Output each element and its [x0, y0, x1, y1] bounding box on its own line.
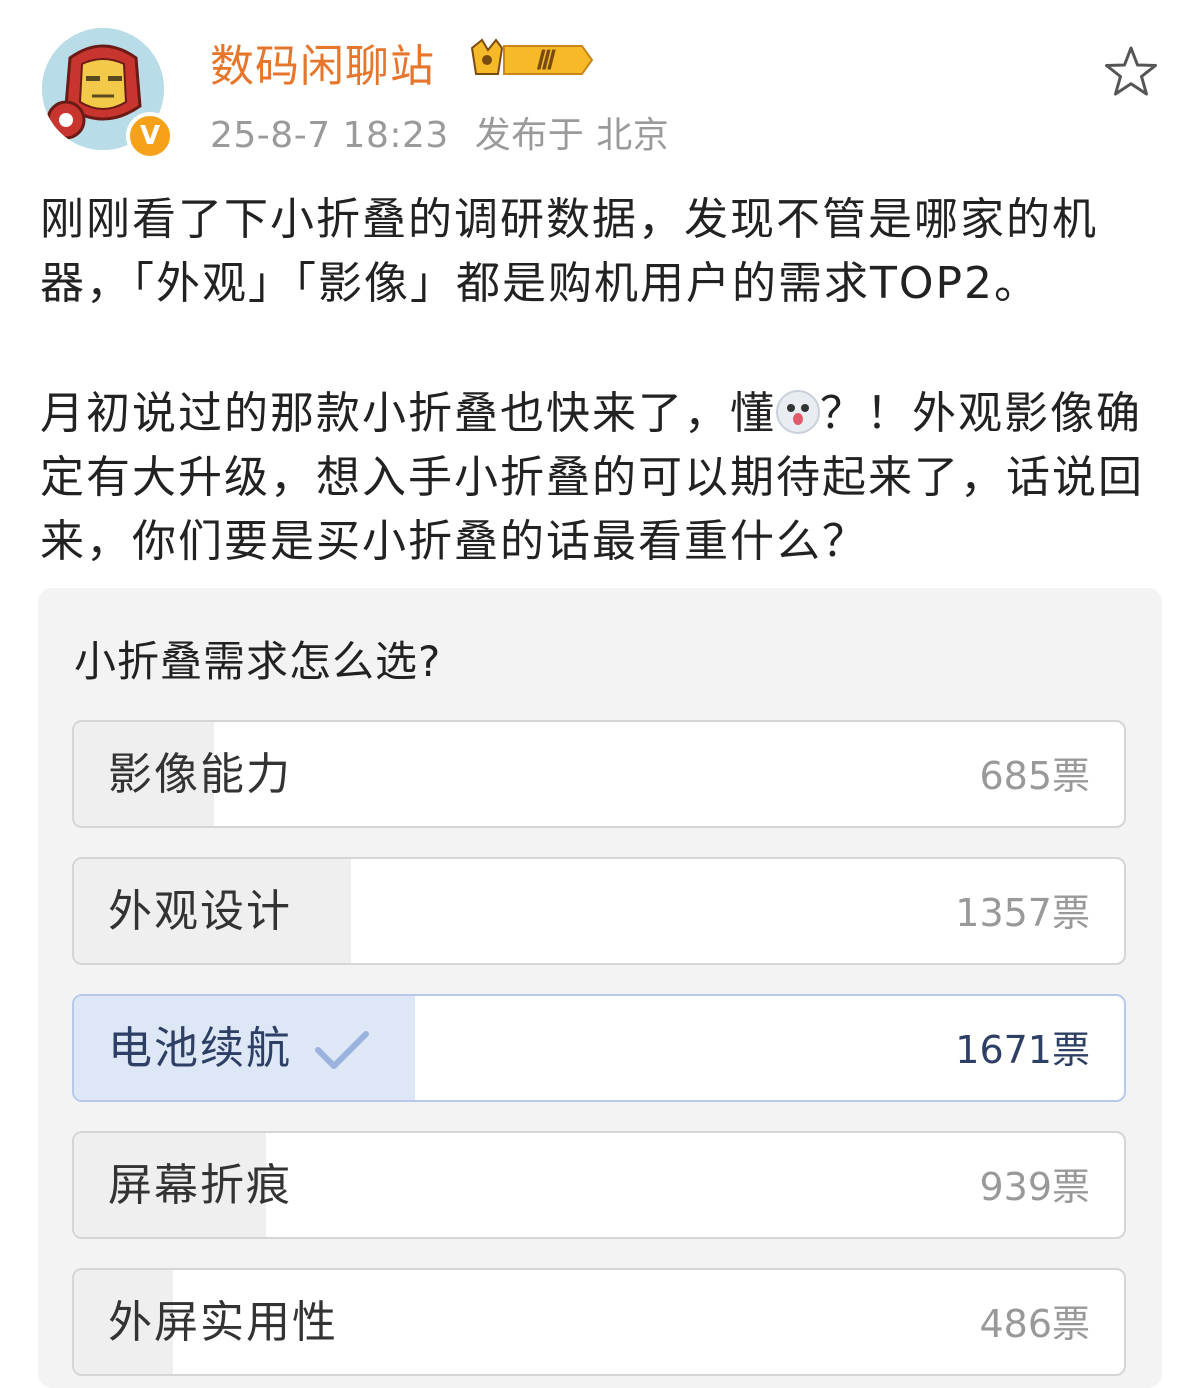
poll-option-label: 电池续航	[108, 1023, 292, 1074]
post-paragraph: 刚刚看了下小折叠的调研数据，发现不管是哪家的机器，「外观」「影像」都是购机用户的…	[40, 194, 1098, 309]
poll-option[interactable]: 外屏实用性 486票	[72, 1268, 1126, 1376]
poll-option-label: 外观设计	[108, 886, 292, 937]
post-text: 月初说过的那款小折叠也快来了，懂	[40, 388, 776, 439]
star-outline-icon[interactable]	[1102, 44, 1160, 100]
location: 发布于 北京	[474, 115, 670, 156]
poll-option-votes: 1357票	[955, 891, 1090, 935]
poll-option-label: 屏幕折痕	[108, 1160, 292, 1211]
check-icon	[315, 1031, 369, 1069]
poll-option-label: 外屏实用性	[108, 1297, 338, 1348]
timestamp: 25-8-7 18:23	[210, 115, 449, 156]
post-paragraph: 月初说过的那款小折叠也快来了，懂 ？！外观影像确定有大升级，想入手小折叠的可以期待…	[40, 382, 1165, 574]
poll-option-votes: 939票	[979, 1165, 1090, 1209]
username[interactable]: 数码闲聊站	[210, 30, 435, 94]
post-body: 刚刚看了下小折叠的调研数据，发现不管是哪家的机器，「外观」「影像」都是购机用户的…	[40, 188, 1165, 574]
poll-option[interactable]: 影像能力 685票	[72, 720, 1126, 828]
poll-option-votes: 1671票	[955, 1028, 1090, 1072]
post-meta: 25-8-7 18:23 发布于 北京	[210, 106, 669, 158]
verified-badge: V	[126, 112, 174, 160]
dog-emoji-icon	[776, 390, 820, 434]
post-header: V 数码闲聊站 Ⅲ 25-8-7 18:23 发布于 北京	[0, 0, 1200, 170]
crown-level-icon: Ⅲ	[468, 38, 594, 82]
poll-option[interactable]: 外观设计 1357票	[72, 857, 1126, 965]
level-badge-text: Ⅲ	[535, 46, 556, 75]
poll-option-votes: 486票	[979, 1302, 1090, 1346]
poll-option-label: 影像能力	[108, 749, 292, 800]
poll-title: 小折叠需求怎么选?	[74, 637, 442, 686]
poll-option-selected[interactable]: 电池续航 1671票	[72, 994, 1126, 1102]
poll-option-votes: 685票	[979, 754, 1090, 798]
poll-card: 小折叠需求怎么选? 影像能力 685票 外观设计 1357票 电池续航 1671…	[38, 588, 1162, 1388]
poll-option[interactable]: 屏幕折痕 939票	[72, 1131, 1126, 1239]
verified-v-icon: V	[139, 121, 161, 151]
